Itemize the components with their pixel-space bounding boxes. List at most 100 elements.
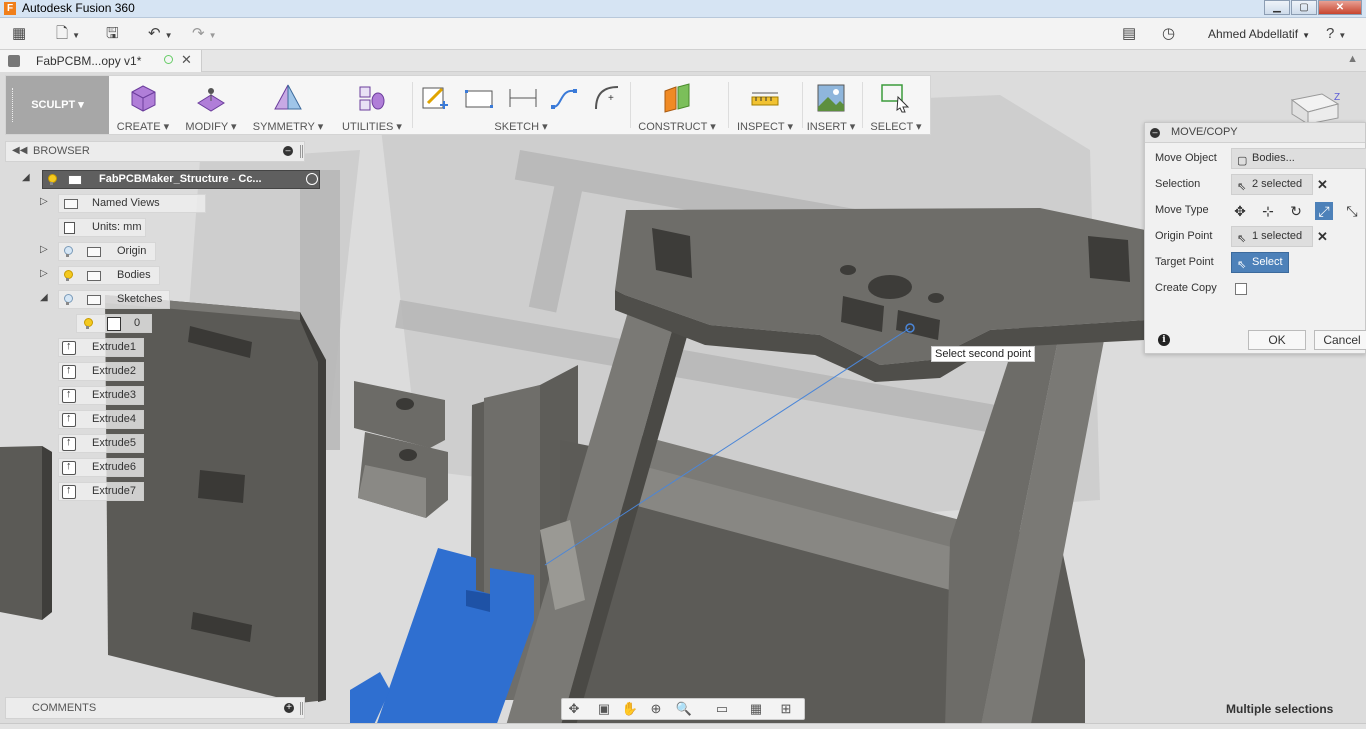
fit-icon[interactable]: 🔍 [674, 701, 694, 717]
undo-icon[interactable]: ↶ ▼ [148, 25, 173, 43]
workspace-switcher[interactable]: SCULPT ▾ [6, 76, 109, 134]
symmetry-menu[interactable]: SYMMETRY ▾ [252, 76, 324, 134]
info-icon[interactable]: i [1158, 334, 1170, 346]
orbit-icon[interactable]: ✥ [564, 701, 584, 717]
selected-bodies[interactable] [350, 548, 534, 729]
visibility-bulb-icon[interactable] [46, 174, 57, 186]
collapsed-triangle-icon[interactable]: ▷ [40, 197, 50, 207]
translate-icon[interactable]: ⊹ [1259, 202, 1277, 220]
add-comment-icon[interactable]: + [284, 703, 294, 713]
clear-origin-point-icon[interactable]: ✕ [1317, 229, 1328, 245]
visibility-bulb-icon[interactable] [62, 270, 73, 282]
collapsed-triangle-icon[interactable]: ▷ [40, 269, 50, 279]
origin-label: Origin [117, 245, 147, 257]
spline-icon[interactable] [550, 83, 580, 113]
collapse-icon[interactable]: ▲ [1347, 53, 1358, 65]
help-icon[interactable]: ? ▼ [1326, 25, 1346, 43]
notifications-icon[interactable]: ▤ [1122, 25, 1136, 43]
inspect-menu[interactable]: INSPECT ▾ [732, 76, 798, 134]
close-window-button[interactable]: ✕ [1318, 0, 1362, 15]
bodies-node[interactable]: Bodies [58, 266, 160, 285]
feature-box[interactable]: Extrude7 [58, 482, 144, 501]
target-point-row: Target Point ⇖ Select [1145, 251, 1365, 275]
navigation-bar: ✥ ▣ ✋ ⊕ 🔍 ▭ ▦ ⊞ [561, 698, 805, 720]
browser-grip-icon[interactable] [300, 145, 303, 158]
save-icon[interactable]: 🖫 [106, 25, 119, 43]
viewports-icon[interactable]: ⊞ [776, 701, 796, 717]
construct-menu[interactable]: CONSTRUCT ▾ [636, 76, 718, 134]
expanded-triangle-icon[interactable]: ◢ [22, 173, 32, 183]
user-menu[interactable]: Ahmed Abdellatif ▼ [1208, 27, 1310, 41]
close-tab-icon[interactable]: ✕ [181, 52, 192, 68]
named-views-node[interactable]: Named Views [58, 194, 206, 213]
construct-plane-icon [664, 83, 690, 113]
feature-box[interactable]: Extrude5 [58, 434, 144, 453]
job-status-icon[interactable]: ◷ [1162, 25, 1175, 43]
collapsed-triangle-icon[interactable]: ▷ [40, 245, 50, 255]
sketches-node[interactable]: Sketches [58, 290, 170, 309]
minimize-button[interactable]: ▁ [1264, 0, 1290, 15]
rectangle-sketch-icon[interactable] [464, 83, 494, 113]
visibility-bulb-icon[interactable] [62, 294, 73, 306]
pan-icon[interactable]: ✋ [620, 701, 640, 717]
point-to-point-icon[interactable]: ⤢ [1315, 202, 1333, 220]
collapse-browser-icon[interactable]: ◀◀ [12, 145, 27, 156]
svg-text:+: + [608, 93, 614, 104]
feature-box[interactable]: Extrude1 [58, 338, 144, 357]
modify-menu[interactable]: MODIFY ▾ [182, 76, 240, 134]
sketch-menu[interactable]: + SKETCH ▾ [416, 76, 626, 134]
create-box-icon [131, 85, 156, 112]
units-node[interactable]: Units: mm [58, 218, 146, 237]
feature-box[interactable]: Extrude2 [58, 362, 144, 381]
maximize-button[interactable]: ▢ [1291, 0, 1317, 15]
visibility-bulb-icon[interactable] [62, 246, 73, 258]
root-component[interactable]: FabPCBMaker_Structure - Cc... [42, 170, 320, 189]
clear-selection-icon[interactable]: ✕ [1317, 177, 1328, 193]
browser-minimize-icon[interactable]: – [283, 146, 293, 156]
comments-grip-icon[interactable] [300, 702, 303, 715]
comments-title: COMMENTS [32, 702, 97, 714]
free-move-icon[interactable]: ✥ [1231, 202, 1249, 220]
activate-radio-icon[interactable] [306, 173, 318, 185]
create-menu[interactable]: CREATE ▾ [114, 76, 172, 134]
viewcube[interactable]: Z [1282, 90, 1342, 125]
expanded-triangle-icon[interactable]: ◢ [40, 293, 50, 303]
display-settings-icon[interactable]: ▭ [712, 701, 732, 717]
folder-icon [87, 247, 101, 257]
redo-icon[interactable]: ↷ ▼ [192, 25, 217, 43]
feature-box[interactable]: Extrude4 [58, 410, 144, 429]
dimension-icon[interactable] [508, 83, 538, 113]
dialog-header[interactable]: – MOVE/COPY [1145, 123, 1365, 143]
feature-box[interactable]: Extrude3 [58, 386, 144, 405]
document-icon [8, 55, 20, 67]
target-point-select-button[interactable]: ⇖ Select [1231, 252, 1289, 273]
ok-button[interactable]: OK [1248, 330, 1306, 350]
selection-field[interactable]: ⇖ 2 selected [1231, 174, 1313, 195]
document-tab[interactable]: FabPCBM...opy v1* ✕ [0, 50, 202, 72]
select-menu[interactable]: SELECT ▾ [866, 76, 926, 134]
browser-header[interactable]: ◀◀ BROWSER – [5, 141, 305, 162]
comments-panel[interactable]: COMMENTS + [5, 697, 305, 719]
document-settings-icon [64, 222, 75, 234]
visibility-bulb-icon[interactable] [82, 318, 93, 330]
look-at-icon[interactable]: ▣ [594, 701, 614, 717]
apps-grid-icon[interactable]: ▦ [12, 25, 26, 43]
cancel-button[interactable]: Cancel [1314, 330, 1366, 350]
rotate-icon[interactable]: ↻ [1287, 202, 1305, 220]
origin-node[interactable]: Origin [58, 242, 156, 261]
feature-box[interactable]: Extrude6 [58, 458, 144, 477]
create-sketch-icon[interactable] [420, 83, 450, 113]
grid-settings-icon[interactable]: ▦ [746, 701, 766, 717]
save-status-icon [164, 55, 173, 64]
sketch-0-node[interactable]: 0 [76, 314, 152, 333]
point-to-position-icon[interactable]: ⤡ [1343, 202, 1361, 220]
insert-menu[interactable]: INSERT ▾ [806, 76, 856, 134]
dialog-collapse-icon[interactable]: – [1150, 128, 1160, 138]
utilities-menu[interactable]: UTILITIES ▾ [342, 76, 402, 134]
move-object-dropdown[interactable]: ▢ Bodies... [1231, 148, 1366, 169]
zoom-icon[interactable]: ⊕ [646, 701, 666, 717]
create-copy-checkbox[interactable] [1235, 283, 1247, 295]
arc-icon[interactable]: + [592, 83, 622, 113]
origin-point-field[interactable]: ⇖ 1 selected [1231, 226, 1313, 247]
file-menu-icon[interactable]: 🗋 ▼ [56, 25, 80, 43]
